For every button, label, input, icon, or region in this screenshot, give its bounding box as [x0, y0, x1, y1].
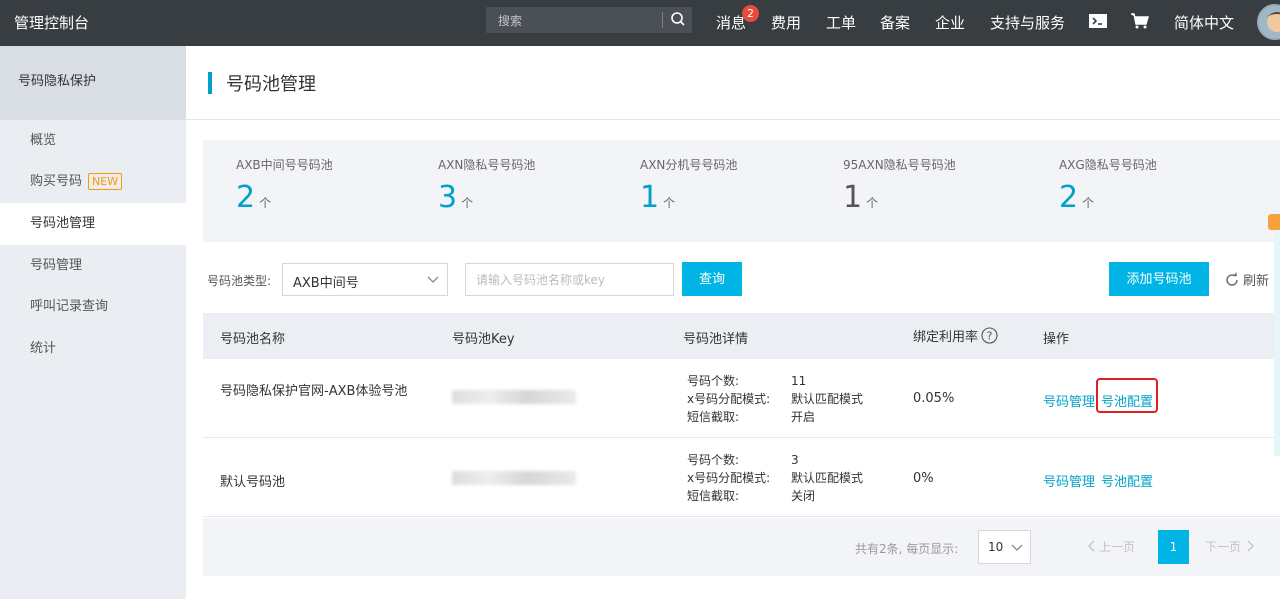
console-brand[interactable]: 管理控制台: [14, 12, 89, 33]
sidebar-item-buy-number[interactable]: 购买号码 NEW: [0, 161, 186, 203]
stat-count: 3个: [438, 180, 474, 215]
sidebar-item-label: 概览: [30, 133, 57, 148]
nav-language[interactable]: 简体中文: [1174, 12, 1234, 33]
sidebar-item-pool-management[interactable]: 号码池管理: [0, 203, 186, 245]
cart-icon[interactable]: [1130, 12, 1150, 30]
search-icon[interactable]: [670, 11, 686, 27]
sidebar-item-label: 号码池管理: [30, 216, 96, 231]
pool-type-value: AXB中间号: [293, 276, 359, 291]
chevron-left-icon: [1088, 540, 1095, 552]
pool-type-label: 号码池类型:: [207, 274, 272, 288]
table-row: 号码隐私保护官网-AXB体验号池 号码个数: 11 x号码分配模式: 默认匹配模式 …: [203, 359, 1280, 438]
pool-name: 默认号码池: [220, 475, 286, 490]
pool-stats-panel: AXB中间号号码池 2个 AXN隐私号号码池 3个 AXN分机号号码池 1个 9…: [203, 140, 1280, 242]
col-pool-name: 号码池名称: [220, 332, 286, 347]
page-1-button[interactable]: 1: [1158, 530, 1189, 564]
sidebar-item-call-records[interactable]: 呼叫记录查询: [0, 286, 186, 328]
stat-label: AXB中间号号码池: [236, 158, 333, 172]
chevron-down-icon: [1011, 544, 1023, 551]
pool-detail: 号码个数: 11 x号码分配模式: 默认匹配模式 短信截取: 开启: [687, 374, 864, 424]
page-size-value: 10: [988, 540, 1004, 554]
svg-text:?: ?: [987, 330, 993, 343]
sidebar-item-label: 统计: [30, 341, 57, 356]
sidebar-item-statistics[interactable]: 统计: [0, 328, 186, 370]
pool-key-redacted: [452, 471, 576, 485]
col-actions: 操作: [1043, 332, 1070, 347]
avatar-face-icon: [1259, 6, 1280, 38]
add-pool-button[interactable]: 添加号码池: [1109, 262, 1209, 296]
number-management-link[interactable]: 号码管理: [1043, 391, 1095, 410]
messages-badge: 2: [742, 5, 759, 22]
col-pool-key: 号码池Key: [452, 332, 515, 347]
side-float-strip: [1274, 211, 1280, 456]
new-badge: NEW: [88, 173, 123, 190]
page-size-select[interactable]: 10: [978, 530, 1031, 564]
nav-tickets[interactable]: 工单: [826, 12, 856, 33]
next-page-button[interactable]: 下一页: [1205, 538, 1255, 555]
sidebar-item-label: 呼叫记录查询: [30, 299, 109, 314]
global-search[interactable]: 搜索: [486, 7, 692, 33]
query-button[interactable]: 查询: [682, 262, 742, 296]
col-pool-detail: 号码池详情: [683, 332, 749, 347]
nav-fees[interactable]: 费用: [771, 12, 801, 33]
stat-label: AXN分机号号码池: [640, 158, 738, 172]
stat-label: AXG隐私号号码池: [1059, 158, 1157, 172]
pool-detail: 号码个数: 3 x号码分配模式: 默认匹配模式 短信截取: 关闭: [687, 453, 864, 503]
pool-search-input[interactable]: [465, 263, 674, 296]
search-divider: [662, 12, 663, 28]
prev-page-button[interactable]: 上一页: [1087, 538, 1135, 555]
nav-enterprise[interactable]: 企业: [935, 12, 965, 33]
feedback-tab[interactable]: [1268, 214, 1280, 230]
chevron-right-icon: [1247, 540, 1254, 552]
sidebar-item-label: 购买号码: [30, 174, 83, 189]
nav-filing[interactable]: 备案: [880, 12, 910, 33]
pagination-total: 共有2条, 每页显示:: [855, 542, 959, 556]
sidebar: 号码隐私保护 概览 购买号码 NEW 号码池管理 号码管理 呼叫记录查询 统计: [0, 46, 186, 599]
stat-count: 2个: [1059, 180, 1095, 215]
top-navbar: 管理控制台 搜索 消息 2 费用 工单 备案 企业 支持与服务 简体中文: [0, 0, 1280, 46]
sidebar-title: 号码隐私保护: [0, 46, 186, 120]
page-title: 号码池管理: [226, 74, 316, 95]
refresh-icon: [1226, 272, 1238, 286]
pool-name: 号码隐私保护官网-AXB体验号池: [220, 384, 408, 399]
page-header: 号码池管理: [186, 46, 1280, 120]
stat-count: 1个: [843, 180, 879, 215]
stat-count: 2个: [236, 180, 272, 215]
nav-support[interactable]: 支持与服务: [990, 12, 1065, 33]
table-row: 默认号码池 号码个数: 3 x号码分配模式: 默认匹配模式 短信截取: 关闭 0% 号…: [203, 438, 1280, 517]
utilization-value: 0.05%: [913, 391, 955, 406]
sidebar-item-label: 号码管理: [30, 258, 83, 273]
pool-key-redacted: [452, 390, 576, 404]
stat-count: 1个: [640, 180, 676, 215]
col-utilization: 绑定利用率?: [913, 326, 998, 345]
refresh-button[interactable]: 刷新: [1224, 270, 1269, 289]
help-icon[interactable]: ?: [981, 327, 998, 344]
stat-label: AXN隐私号号码池: [438, 158, 536, 172]
pool-type-select[interactable]: AXB中间号: [282, 263, 448, 296]
pagination: 共有2条, 每页显示: 10 上一页 1 下一页: [203, 518, 1280, 576]
number-management-link[interactable]: 号码管理: [1043, 471, 1095, 490]
user-avatar[interactable]: [1257, 4, 1280, 40]
highlight-box: [1096, 378, 1158, 413]
pool-config-link[interactable]: 号池配置: [1101, 471, 1153, 490]
title-accent-bar: [208, 72, 212, 94]
sidebar-item-number-management[interactable]: 号码管理: [0, 245, 186, 287]
search-placeholder[interactable]: 搜索: [498, 12, 522, 29]
utilization-value: 0%: [913, 471, 934, 486]
table-header: 号码池名称 号码池Key 号码池详情 绑定利用率? 操作: [203, 313, 1280, 359]
terminal-icon[interactable]: [1088, 12, 1108, 30]
main-content: 号码池管理 AXB中间号号码池 2个 AXN隐私号号码池 3个 AXN分机号号码…: [186, 46, 1280, 599]
chevron-down-icon: [427, 276, 439, 283]
sidebar-item-overview[interactable]: 概览: [0, 120, 186, 162]
stat-label: 95AXN隐私号号码池: [843, 158, 956, 172]
